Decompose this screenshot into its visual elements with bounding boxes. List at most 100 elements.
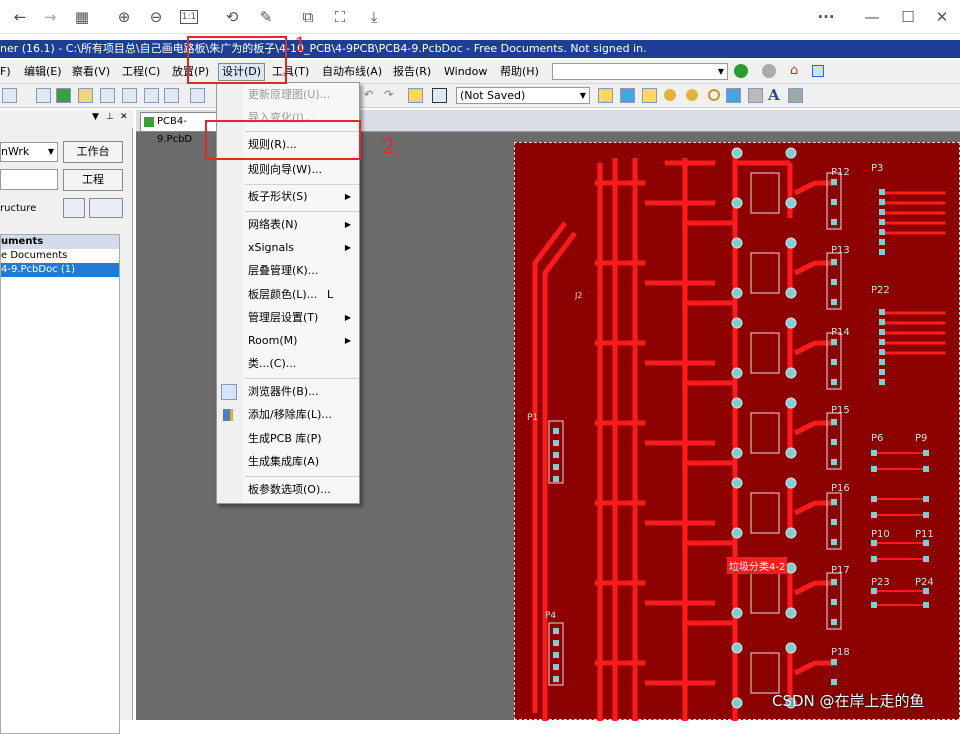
forward-arrow-icon[interactable]: → — [40, 7, 60, 27]
menu-reports[interactable]: 报告(R) — [393, 64, 431, 80]
more-icon[interactable]: ··· — [816, 7, 836, 27]
folder-icon[interactable] — [78, 88, 93, 103]
refresh-icon[interactable] — [812, 65, 824, 77]
main-toolbar: ↶ ↷ (Not Saved) ▼ A — [0, 84, 960, 108]
close-icon[interactable]: ✕ — [932, 7, 952, 27]
path-combobox[interactable]: ▼ — [552, 63, 728, 80]
workspace-button[interactable]: 工作台 — [63, 141, 123, 163]
arc-icon[interactable] — [708, 89, 720, 101]
pcb-traces — [532, 147, 945, 721]
menu-item-browse-components[interactable]: 浏览器件(B)... — [217, 381, 359, 403]
minimize-icon[interactable]: — — [862, 7, 882, 27]
edit-icon[interactable]: ✎ — [256, 7, 276, 27]
component-label: P9 — [915, 433, 928, 444]
workspace-select[interactable]: nWrk ▼ — [0, 142, 58, 162]
pcbdoc-item[interactable]: 4-9.PcbDoc (1) — [1, 263, 119, 277]
menu-separator — [245, 476, 359, 477]
submenu-arrow-icon: ▶ — [344, 313, 351, 322]
download-icon[interactable]: ⤓ — [364, 7, 384, 27]
menu-item-make-integrated-library[interactable]: 生成集成库(A) — [217, 451, 359, 473]
menu-view[interactable]: 察看(V) — [72, 64, 110, 80]
component-label: P10 — [871, 529, 890, 540]
menu-item-board-shape[interactable]: 板子形状(S) ▶ — [217, 186, 359, 208]
panel-close-icon[interactable]: ✕ — [120, 112, 128, 122]
zoom-area-icon[interactable] — [122, 88, 137, 103]
rotate-icon[interactable]: ⟲ — [222, 7, 242, 27]
fill-icon[interactable] — [726, 88, 741, 103]
pad-icon[interactable] — [664, 89, 676, 101]
zoom-select-icon[interactable] — [144, 88, 159, 103]
menu-item-room[interactable]: Room(M) ▶ — [217, 330, 359, 352]
menu-edit[interactable]: 编辑(E) — [24, 64, 62, 80]
submenu-arrow-icon: ▶ — [344, 336, 351, 345]
menu-window[interactable]: Window — [444, 64, 487, 80]
structure-options-icon[interactable] — [89, 198, 123, 218]
cut-icon[interactable] — [190, 88, 205, 103]
annotation-box-rules — [205, 120, 361, 160]
workspace-select-value: nWrk — [1, 145, 30, 158]
menu-item-layer-stack[interactable]: 层叠管理(K)... — [217, 260, 359, 282]
menu-item-classes[interactable]: 类...(C)... — [217, 353, 359, 375]
free-documents-item[interactable]: e Documents — [1, 249, 119, 263]
filter-icon[interactable] — [164, 88, 179, 103]
undo-icon[interactable]: ↶ — [364, 88, 373, 101]
via-icon[interactable] — [686, 89, 698, 101]
menu-item-netlist[interactable]: 网络表(N) ▶ — [217, 214, 359, 236]
menu-item-label: 板层颜色(L)... — [248, 288, 318, 301]
text-icon[interactable]: A — [768, 86, 780, 104]
menu-project[interactable]: 工程(C) — [122, 64, 160, 80]
nav-forward-icon[interactable] — [762, 64, 776, 78]
component-icon[interactable] — [788, 88, 803, 103]
tool-icon[interactable] — [2, 88, 17, 103]
menu-shortcut: L — [327, 288, 334, 301]
component-label: P17 — [831, 565, 850, 576]
home-icon[interactable]: ⌂ — [790, 63, 798, 78]
menu-help[interactable]: 帮助(H) — [500, 64, 539, 80]
menu-item-board-options[interactable]: 板参数选项(O)... — [217, 479, 359, 501]
watermark: CSDN @在岸上走的鱼 — [772, 692, 925, 710]
project-tree: uments e Documents 4-9.PcbDoc (1) — [0, 234, 120, 734]
structure-view-icon[interactable] — [63, 198, 85, 218]
crop-icon[interactable]: ⧉ — [298, 7, 318, 27]
route-icon[interactable] — [598, 88, 613, 103]
panel-menu-icon[interactable]: ▼ — [92, 112, 99, 122]
diff-pair-icon[interactable] — [642, 88, 657, 103]
pin-icon[interactable]: ⊥ — [106, 112, 114, 122]
project-select[interactable] — [0, 169, 58, 190]
layers-icon[interactable] — [36, 88, 51, 103]
nav-back-icon[interactable] — [734, 64, 748, 78]
fit-icon[interactable]: ⛶ — [330, 7, 350, 27]
grid-icon[interactable]: ▦ — [72, 7, 92, 27]
actual-size-icon[interactable]: 1:1 — [180, 10, 198, 24]
zoom-in-icon[interactable]: ⊕ — [114, 7, 134, 27]
browse-icon[interactable] — [432, 88, 447, 103]
interactive-route-icon[interactable] — [620, 88, 635, 103]
redo-icon[interactable]: ↷ — [384, 88, 393, 101]
annotation-box-design-menu — [187, 36, 287, 84]
maximize-icon[interactable]: ☐ — [898, 7, 918, 27]
menu-item-layer-colors[interactable]: 板层颜色(L)... L — [217, 284, 359, 306]
zoom-out-icon[interactable]: ⊖ — [146, 7, 166, 27]
menu-file[interactable]: F) — [0, 64, 11, 80]
panel-header: ▼ ⊥ ✕ — [0, 110, 133, 128]
component-label: P6 — [871, 433, 884, 444]
menu-autoroute[interactable]: 自动布线(A) — [322, 64, 382, 80]
zoom-fit-icon[interactable] — [100, 88, 115, 103]
component-label: P22 — [871, 285, 890, 296]
menu-item-rules-wizard[interactable]: 规则向导(W)... — [217, 159, 359, 181]
back-arrow-icon[interactable]: ← — [10, 7, 30, 27]
component-label: P16 — [831, 483, 850, 494]
menu-item-update-schematic[interactable]: 更新原理图(U)... — [217, 84, 359, 106]
documents-header[interactable]: uments — [1, 235, 119, 249]
saved-state-select[interactable]: (Not Saved) ▼ — [456, 87, 590, 104]
menu-item-xsignals[interactable]: xSignals ▶ — [217, 237, 359, 259]
polygon-icon[interactable] — [748, 88, 763, 103]
highlight-icon[interactable] — [408, 88, 423, 103]
pcb-icon[interactable] — [56, 88, 71, 103]
menu-item-make-pcb-library[interactable]: 生成PCB 库(P) — [217, 428, 359, 450]
pcb-board[interactable]: 垃圾分类4-2 J2 P1 P4 P12 P13 P14 P15 P16 P17… — [514, 142, 960, 721]
menu-item-add-remove-library[interactable]: 添加/移除库(L)... — [217, 404, 359, 426]
menu-separator — [245, 184, 359, 185]
menu-item-layer-sets[interactable]: 管理层设置(T) ▶ — [217, 307, 359, 329]
project-button[interactable]: 工程 — [63, 169, 123, 191]
